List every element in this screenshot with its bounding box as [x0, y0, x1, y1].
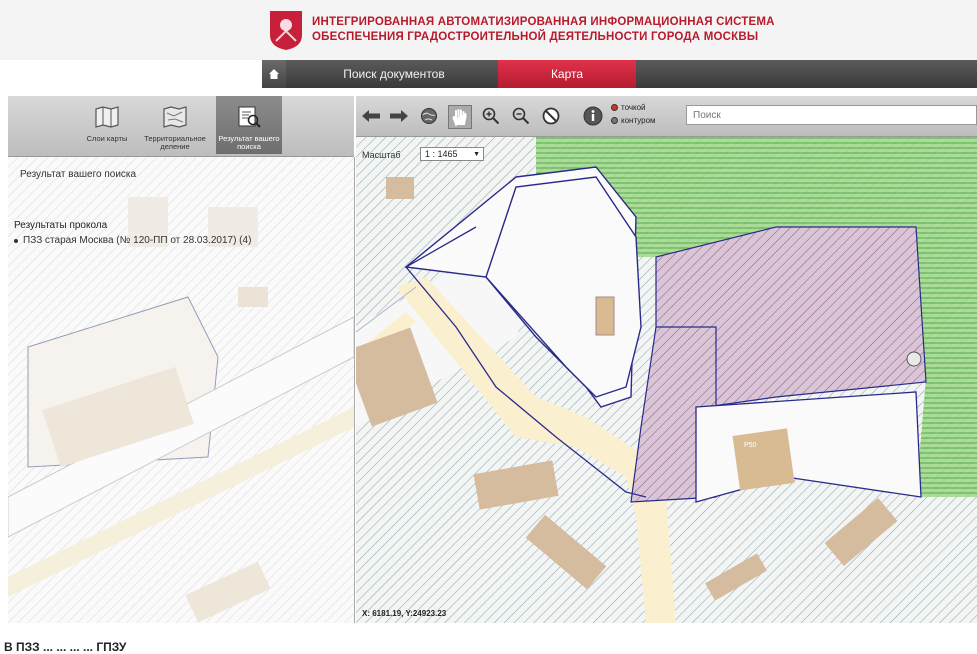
arrow-left-icon — [362, 110, 380, 122]
radio-point-option[interactable]: точкой — [611, 103, 646, 112]
home-button[interactable] — [262, 60, 286, 88]
territory-map-icon — [163, 106, 187, 128]
zoom-in-icon — [482, 107, 500, 125]
map-layers-icon — [95, 106, 119, 128]
forward-button[interactable] — [388, 105, 410, 127]
map-layers-button[interactable]: Слои карты — [74, 96, 140, 154]
coordinates-readout: X: 6181.19, Y:24923.23 — [362, 609, 447, 618]
caption-text: В ПЗЗ ... ... ... ... ГПЗУ — [4, 640, 127, 654]
results-heading: Результаты прокола — [14, 220, 108, 231]
forbidden-icon — [542, 107, 560, 125]
zoom-out-button[interactable] — [510, 105, 532, 127]
search-result-button[interactable]: Результат вашего поиска — [216, 96, 282, 154]
cadastral-map — [356, 137, 977, 623]
result-item-label: ПЗЗ старая Москва (№ 120-ПП от 28.03.201… — [23, 235, 252, 246]
clear-button[interactable] — [540, 105, 562, 127]
radio-point-label: точкой — [621, 103, 646, 112]
territorial-division-button[interactable]: Территориальное деление — [142, 96, 208, 154]
radio-contour-option[interactable]: контуром — [611, 116, 656, 125]
info-icon — [583, 106, 603, 126]
moscow-coat-of-arms-logo — [270, 11, 302, 50]
home-icon — [269, 69, 279, 79]
scale-value: 1 : 1465 — [425, 149, 458, 159]
chevron-down-icon: ▼ — [473, 150, 480, 158]
result-item[interactable]: ПЗЗ старая Москва (№ 120-ПП от 28.03.201… — [14, 235, 251, 246]
zoom-in-button[interactable] — [480, 105, 502, 127]
pan-button[interactable] — [448, 105, 472, 129]
hand-pan-icon — [452, 109, 467, 126]
page-header — [0, 0, 977, 60]
search-result-title: Результат вашего поиска — [20, 169, 137, 180]
search-result-label: Результат вашего поиска — [218, 134, 280, 151]
map-layers-label: Слои карты — [86, 134, 128, 143]
radio-contour-label: контуром — [621, 116, 656, 125]
tab-map[interactable]: Карта — [498, 60, 636, 88]
search-result-icon — [238, 106, 261, 128]
globe-icon — [421, 108, 437, 124]
full-extent-button[interactable] — [418, 105, 440, 127]
zoom-out-icon — [512, 107, 530, 125]
scale-label: Масштаб — [362, 150, 401, 160]
scale-select[interactable]: 1 : 1465 ▼ — [420, 147, 484, 161]
left-panel-toolbar: Слои карты Территориальное деление Резул… — [8, 96, 354, 157]
back-button[interactable] — [360, 105, 382, 127]
tab-document-search[interactable]: Поиск документов — [290, 60, 498, 88]
building-label: Р50 — [744, 442, 757, 449]
info-button[interactable] — [582, 105, 604, 127]
map-canvas[interactable]: Р50 — [356, 137, 977, 623]
system-title-line-2: ОБЕСПЕЧЕНИЯ ГРАДОСТРОИТЕЛЬНОЙ ДЕЯТЕЛЬНОС… — [312, 31, 759, 43]
territorial-division-label: Территориальное деление — [144, 134, 206, 151]
radio-contour-indicator[interactable] — [611, 117, 618, 124]
left-panel: Результат вашего поиска Результаты проко… — [8, 157, 355, 623]
arrow-right-icon — [390, 110, 408, 122]
map-search-input[interactable] — [686, 105, 977, 125]
system-title-line-1: ИНТЕГРИРОВАННАЯ АВТОМАТИЗИРОВАННАЯ ИНФОР… — [312, 16, 775, 28]
bullet-icon — [14, 238, 18, 243]
map-toolbar: точкой контуром — [356, 96, 977, 137]
radio-point-indicator[interactable] — [611, 104, 618, 111]
